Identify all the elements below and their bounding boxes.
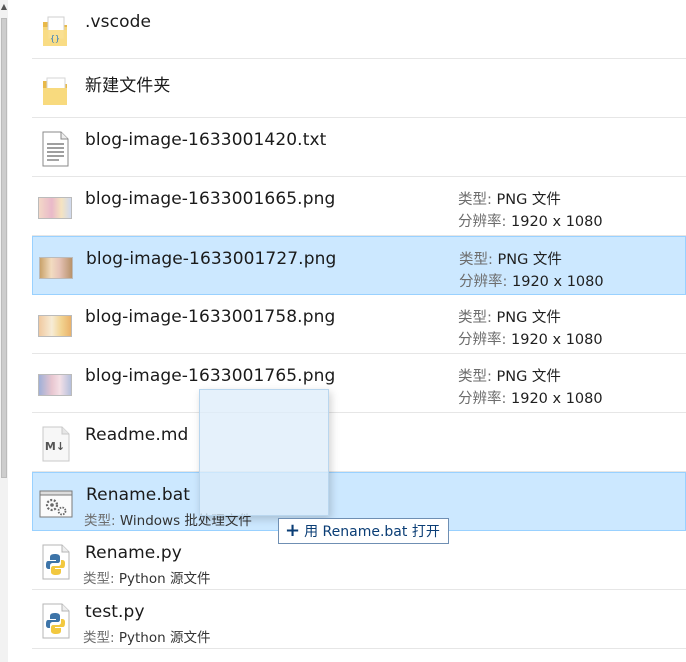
file-name: blog-image-1633001758.png [85,307,336,327]
resolution-label: 分辨率: [458,332,507,348]
file-name: Rename.bat [86,485,190,505]
image-thumbnail [39,248,73,288]
drop-action-text: 用 Rename.bat 打开 [304,524,440,540]
file-type: 类型: Python 源文件 [83,626,210,646]
type-label: 类型: [458,369,492,385]
file-name: Readme.md [85,425,189,445]
list-item[interactable]: blog-image-1633001765.png 类型: PNG 文件 分辨率… [32,354,686,413]
resolution-label: 分辨率: [458,214,507,230]
python-file-icon [38,601,72,641]
file-name: test.py [85,602,145,622]
type-value: Python 源文件 [118,571,211,587]
folder-icon [38,70,72,110]
file-details: 类型: PNG 文件 分辨率: 1920 x 1080 [458,307,603,351]
resolution-value: 1920 x 1080 [511,214,603,230]
type-label: 类型: [459,252,493,268]
file-list: {} .vscode 新建文件夹 blog-image-1633001420.t… [32,0,686,649]
list-item[interactable]: blog-image-1633001727.png 类型: PNG 文件 分辨率… [32,236,686,295]
type-value: PNG 文件 [496,192,561,208]
list-item[interactable]: test.py 类型: Python 源文件 [32,590,686,649]
image-thumbnail [38,365,72,405]
type-value: PNG 文件 [497,252,562,268]
text-file-icon [38,129,72,169]
list-item[interactable]: 新建文件夹 [32,59,686,118]
scrollbar-thumb[interactable] [1,18,7,478]
resolution-value: 1920 x 1080 [511,391,603,407]
type-label: 类型: [458,310,492,326]
python-file-icon [38,542,72,582]
type-label: 类型: [83,571,115,587]
type-label: 类型: [84,513,116,529]
file-name: blog-image-1633001727.png [86,249,337,269]
file-name: Rename.py [85,543,182,563]
list-item[interactable]: {} .vscode [32,0,686,59]
list-item[interactable]: M↓ Readme.md [32,413,686,472]
resolution-value: 1920 x 1080 [512,274,604,290]
file-details: 类型: PNG 文件 分辨率: 1920 x 1080 [458,366,603,410]
file-name: blog-image-1633001765.png [85,366,336,386]
drag-preview [199,389,329,516]
resolution-label: 分辨率: [458,391,507,407]
batch-file-icon [39,484,73,524]
type-value: PNG 文件 [496,310,561,326]
resolution-value: 1920 x 1080 [511,332,603,348]
resolution-label: 分辨率: [459,274,508,290]
file-name: blog-image-1633001420.txt [85,130,327,150]
plus-icon: + [285,520,301,541]
svg-text:M↓: M↓ [45,440,65,453]
file-details: 类型: PNG 文件 分辨率: 1920 x 1080 [458,189,603,233]
type-label: 类型: [458,192,492,208]
list-item[interactable]: blog-image-1633001758.png 类型: PNG 文件 分辨率… [32,295,686,354]
file-name: .vscode [85,12,152,32]
file-details: 类型: PNG 文件 分辨率: 1920 x 1080 [459,249,604,293]
file-name: blog-image-1633001665.png [85,189,336,209]
list-item[interactable]: blog-image-1633001665.png 类型: PNG 文件 分辨率… [32,177,686,236]
list-item[interactable]: blog-image-1633001420.txt [32,118,686,177]
type-value: PNG 文件 [496,369,561,385]
image-thumbnail [38,306,72,346]
vertical-scrollbar[interactable]: ▲ [0,0,8,662]
image-thumbnail [38,188,72,228]
file-type: 类型: Python 源文件 [83,567,210,587]
markdown-file-icon: M↓ [38,424,72,464]
file-name: 新建文件夹 [85,76,171,96]
folder-vscode-icon: {} [38,11,72,51]
drop-action-tooltip: + 用 Rename.bat 打开 [278,518,449,544]
scroll-up-arrow-icon[interactable]: ▲ [0,0,8,14]
type-value: Python 源文件 [118,630,211,646]
type-label: 类型: [83,630,115,646]
svg-text:{}: {} [50,34,60,43]
